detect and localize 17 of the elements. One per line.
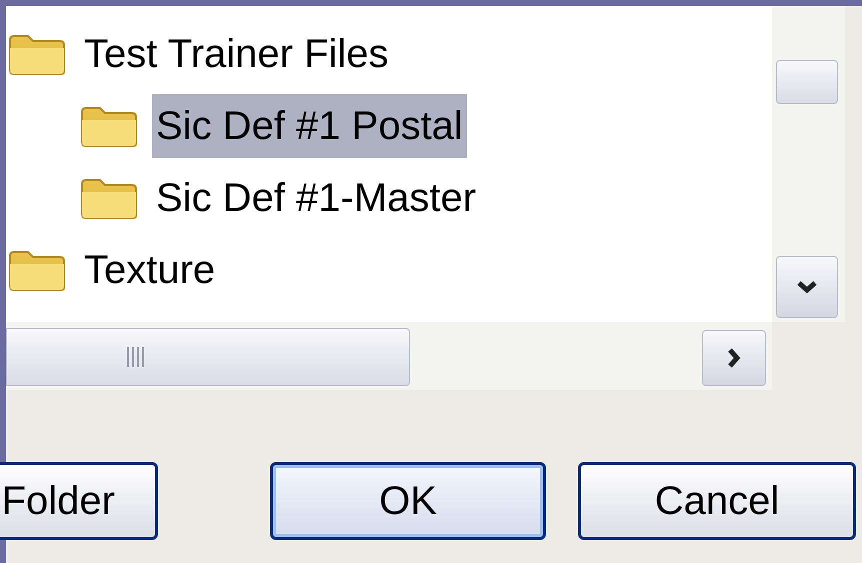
chevron-right-icon — [727, 347, 741, 369]
scrollbar-thumb[interactable] — [776, 60, 838, 104]
folder-icon — [80, 104, 138, 148]
dialog-button[interactable]: Folder — [0, 462, 158, 540]
folder-icon — [80, 176, 138, 220]
scroll-right-button[interactable] — [702, 330, 766, 386]
folder-icon — [8, 32, 66, 76]
folder-label[interactable]: Test Trainer Files — [80, 22, 393, 86]
scrollbar-thumb[interactable] — [6, 328, 410, 386]
scroll-down-button[interactable] — [776, 256, 838, 318]
dialog-button[interactable]: OK — [270, 462, 546, 540]
folder-label[interactable]: Texture — [80, 238, 220, 302]
folder-label[interactable]: Sic Def #1 Postal — [152, 94, 467, 158]
folder-label[interactable]: Sic Def #1-Master — [152, 166, 480, 230]
chevron-down-icon — [796, 280, 818, 294]
dialog-button[interactable]: Cancel — [578, 462, 856, 540]
folder-icon — [8, 248, 66, 292]
